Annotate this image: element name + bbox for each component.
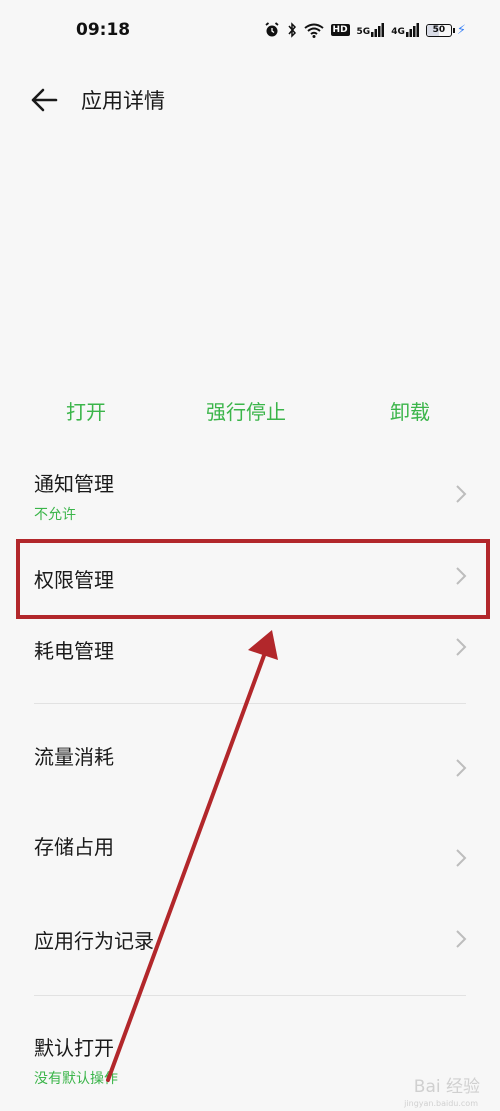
chevron-right-icon [456,930,467,948]
wifi-icon [303,23,324,38]
watermark: Bai 经验 [413,1077,480,1097]
divider [34,703,466,704]
app-actions: 打开 强行停止 卸载 [0,396,500,432]
page-title: 应用详情 [81,89,165,113]
force-stop-button[interactable]: 强行停止 [206,396,286,425]
highlight-box [16,539,490,619]
signal-5g-icon: 5G [357,23,385,37]
back-button[interactable] [28,84,62,116]
watermark-sub: jingyan.baidu.com [404,1099,478,1108]
battery-icon: 50 ⚡ [425,22,466,38]
list-item-notification-management[interactable]: 通知管理 不允许 [0,460,500,530]
status-time: 09:18 [76,20,131,40]
divider [34,995,466,996]
battery-body: 50 [425,23,452,37]
status-bar: 09:18 HD 5G 4G 50 ⚡ [0,0,500,64]
status-icons: HD 5G 4G 50 ⚡ [264,22,466,38]
net2-label: 4G [391,27,405,37]
list-item-power-management[interactable]: 耗电管理 [0,618,500,682]
list-item-storage-usage[interactable]: 存储占用 [0,812,500,882]
list-item-data-usage[interactable]: 流量消耗 [0,722,500,792]
item-label: 流量消耗 [34,745,114,769]
item-subtitle: 不允许 [34,507,76,523]
item-label: 通知管理 [34,472,114,496]
item-label: 耗电管理 [34,639,114,663]
chevron-right-icon [456,759,467,777]
net1-label: 5G [356,27,371,37]
uninstall-button[interactable]: 卸载 [390,396,430,425]
signal-4g-icon: 4G [391,23,419,37]
chevron-right-icon [456,485,467,503]
item-label: 应用行为记录 [34,929,154,953]
chevron-right-icon [456,638,467,656]
battery-cap [452,27,455,33]
chevron-right-icon [456,849,467,867]
battery-level: 50 [432,24,446,35]
hd-icon: HD [330,24,350,36]
item-subtitle: 没有默认操作 [34,1071,118,1087]
charging-bolt-icon: ⚡ [456,22,466,38]
open-button[interactable]: 打开 [66,396,106,425]
item-label: 默认打开 [34,1036,114,1060]
bluetooth-icon [287,22,297,38]
list-item-app-behavior-records[interactable]: 应用行为记录 [0,906,500,976]
item-label: 存储占用 [34,835,114,859]
app-bar: 应用详情 [0,78,500,122]
alarm-icon [264,22,280,38]
back-arrow-icon [31,88,58,112]
